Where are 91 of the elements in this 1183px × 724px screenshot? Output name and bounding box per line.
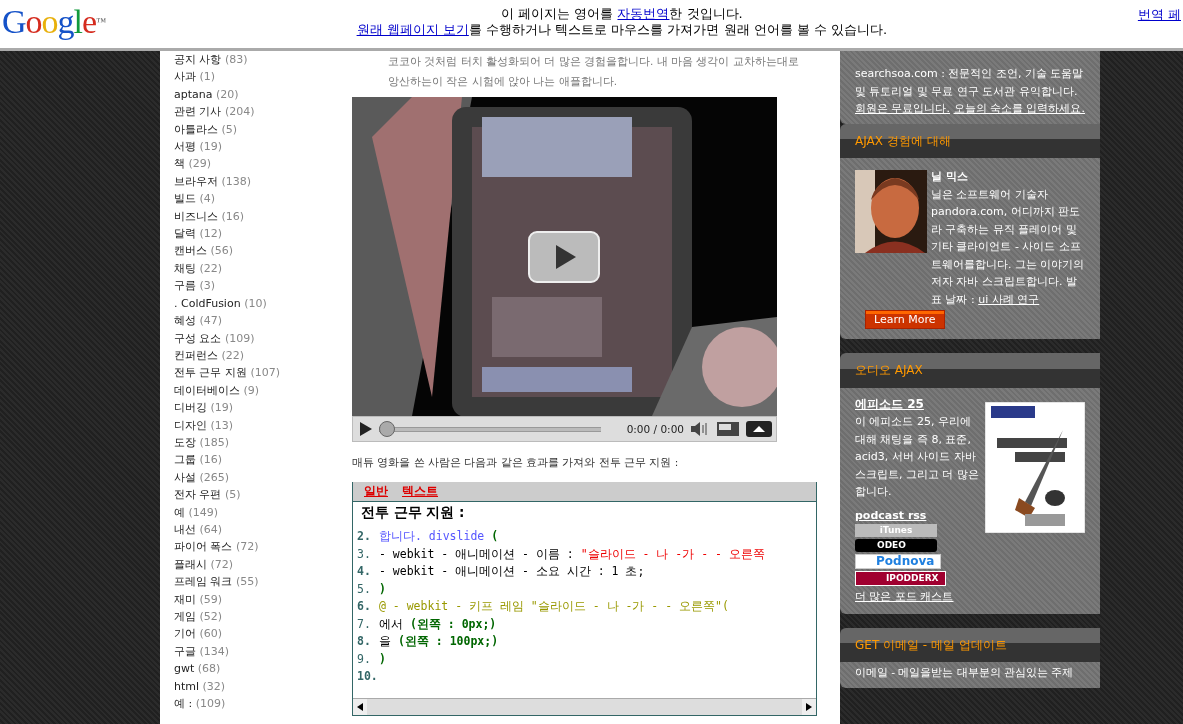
section-heading: 오디오 AJAX bbox=[840, 353, 1100, 388]
more-podcasts-link[interactable]: 더 많은 포드 캐스트 bbox=[855, 590, 954, 603]
link[interactable]: 오늘의 숙소를 입력하세요. bbox=[953, 102, 1085, 115]
volume-icon[interactable] bbox=[690, 422, 710, 436]
logo: Google™ bbox=[2, 2, 106, 42]
category-link[interactable]: 사과 (1) bbox=[174, 68, 352, 86]
category-link[interactable]: 파이어 폭스 (72) bbox=[174, 538, 352, 556]
code-line: 합니다. divslide ( bbox=[379, 528, 499, 545]
category-link[interactable]: 빌드 (4) bbox=[174, 190, 352, 208]
link[interactable]: ui 사례 연구 bbox=[978, 292, 1040, 306]
code-line: ) bbox=[379, 650, 386, 668]
line-number: 9. bbox=[357, 650, 371, 668]
category-link[interactable]: 디버깅 (19) bbox=[174, 399, 352, 417]
category-link[interactable]: 그룹 (16) bbox=[174, 451, 352, 469]
link[interactable]: 회원은 무료입니다. bbox=[855, 102, 950, 115]
podcast-badge[interactable]: ODEO bbox=[855, 539, 937, 552]
category-link[interactable]: 예 (149) bbox=[174, 503, 352, 521]
scroll-left-icon[interactable] bbox=[357, 703, 363, 711]
category-link[interactable]: 관련 기사 (204) bbox=[174, 103, 352, 121]
translation-notice: 이 페이지는 영어를 자동번역 한 것입니다. bbox=[501, 6, 743, 22]
scroll-right-icon[interactable] bbox=[806, 703, 812, 711]
category-link[interactable]: aptana (20) bbox=[174, 85, 352, 104]
progress-thumb[interactable] bbox=[379, 421, 395, 437]
translate-link[interactable]: 번역 페 bbox=[1137, 0, 1181, 24]
category-link[interactable]: 아틀라스 (5) bbox=[174, 120, 352, 139]
learn-more-button[interactable]: Learn More bbox=[865, 310, 945, 329]
link[interactable]: 자동번역 bbox=[617, 6, 670, 21]
category-link[interactable]: 디자인 (13) bbox=[174, 416, 352, 434]
time-display: 0:00 / 0:00 bbox=[626, 423, 684, 435]
category-link[interactable]: 구성 요소 (109) bbox=[174, 329, 352, 347]
podcast-badge[interactable]: Podnova bbox=[855, 554, 942, 569]
category-link[interactable]: 예 : (109) bbox=[174, 695, 352, 713]
code-line: @ - webkit - 키프 레임 "슬라이드 - 나 -가 - - 오른쪽"( bbox=[379, 598, 729, 615]
screen-size-icon[interactable] bbox=[716, 421, 740, 437]
category-link[interactable]: 구름 (3) bbox=[174, 277, 352, 295]
category-link[interactable]: 프레임 워크 (55) bbox=[174, 573, 352, 591]
sidebar-text: searchsoa.com : 전문적인 조언, 기술 도움말 및 튜토리얼 및 무료 연구 도서관 유익합니다. 회원은 무료입니다. 오늘의 숙소를 입력하세요. bbox=[855, 66, 1085, 117]
line-number: 4. bbox=[357, 563, 371, 580]
translation-notice: 원래 웹페이지 보기 를 수행하거나 텍스트로 마우스를 가져가면 원래 언어를 볼 수 있습니다. bbox=[356, 22, 888, 38]
code-line: ) bbox=[379, 580, 386, 598]
category-link[interactable]: 도장 (185) bbox=[174, 433, 352, 452]
article-text: 매튜 영화을 쓴 사람은 다음과 같은 효과를 가져와 전투 근무 지원 : bbox=[352, 456, 680, 470]
category-link[interactable]: 플래시 (72) bbox=[174, 555, 352, 574]
podcast-badge[interactable]: IPODDERX bbox=[855, 571, 946, 586]
line-number: 6. bbox=[357, 598, 371, 615]
line-number: 7. bbox=[357, 615, 371, 633]
play-icon[interactable] bbox=[528, 231, 600, 283]
category-link[interactable]: 캔버스 (56) bbox=[174, 242, 352, 260]
category-link[interactable]: . ColdFusion (10) bbox=[174, 294, 352, 313]
category-link[interactable]: 혜성 (47) bbox=[174, 312, 352, 330]
code-line: - webkit - 애니메이션 - 소요 시간 : 1 초; bbox=[379, 563, 645, 580]
line-number: 3. bbox=[357, 545, 371, 563]
horizontal-scrollbar[interactable] bbox=[353, 698, 816, 715]
category-link[interactable]: 비즈니스 (16) bbox=[174, 207, 352, 226]
episode-link[interactable]: 에피소드 25 bbox=[855, 395, 1085, 413]
section-heading: AJAX 경험에 대해 bbox=[840, 123, 1100, 158]
line-number: 2. bbox=[357, 528, 371, 545]
code-title: 전투 근무 지원 : bbox=[360, 504, 466, 522]
category-link[interactable]: 게임 (52) bbox=[174, 608, 352, 626]
category-link[interactable]: 달력 (12) bbox=[174, 225, 352, 243]
code-line: 을 (왼쪽 : 100px;) bbox=[379, 633, 499, 650]
category-link[interactable]: 채팅 (22) bbox=[174, 259, 352, 278]
category-link[interactable]: 데이터베이스 (9) bbox=[174, 381, 352, 400]
category-link[interactable]: 브라우저 (138) bbox=[174, 172, 352, 191]
category-link[interactable]: 내선 (64) bbox=[174, 520, 352, 539]
article-text: 코코아 것처럼 터치 활성화되어 더 많은 경험을합니다. 내 마음 생각이 교차하는대로 앙산하는이 작은 시험에 앉아 나는 애플합니다. bbox=[387, 54, 800, 89]
category-link[interactable]: 전자 우편 (5) bbox=[174, 486, 352, 504]
podcast-rss-link[interactable]: podcast rss bbox=[855, 506, 1085, 524]
category-link[interactable]: 컨퍼런스 (22) bbox=[174, 346, 352, 365]
category-link[interactable]: 서평 (19) bbox=[174, 138, 352, 156]
line-number: 5. bbox=[357, 580, 371, 598]
link[interactable]: 원래 웹페이지 보기 bbox=[356, 22, 469, 37]
category-link[interactable]: 기어 (60) bbox=[174, 625, 352, 643]
category-link[interactable]: html (32) bbox=[174, 677, 352, 696]
line-number: 8. bbox=[357, 633, 371, 650]
code-line: 에서 (왼쪽 : 0px;) bbox=[379, 615, 497, 633]
category-link[interactable]: 책 (29) bbox=[174, 155, 352, 173]
sidebar-text: 이메일 - 메일을받는 대부분의 관심있는 주제 bbox=[855, 665, 1075, 680]
category-link[interactable]: 공지 사항 (83) bbox=[174, 51, 352, 69]
category-link[interactable]: 재미 (59) bbox=[174, 590, 352, 608]
code-line: - webkit - 애니메이션 - 이름 : "슬라이드 - 나 -가 - - 오른쪽 bbox=[379, 545, 765, 563]
episode-text: 이 에피소드 25, 우리에 대해 채팅을 즉 8, 표준, acid3, 서버 사이드 자바 스크립트, 그리고 더 많은합니다. bbox=[855, 414, 979, 500]
author-bio: 닐은 소프트웨어 기술자 pandora.com, 어디까지 판도라 구축하는 뮤직 플레이어 및 기타 클라이언트 - 사이드 소프트웨어를합니다. 그는 이야기의 저자 자바 스크립트합니다. 발표 날짜 : ui 사례 연구 bbox=[931, 186, 1085, 308]
category-link[interactable]: 구글 (134) bbox=[174, 642, 352, 661]
category-link[interactable]: 사설 (265) bbox=[174, 468, 352, 487]
author-name: 닐 믹스 bbox=[931, 169, 969, 185]
section-heading: GET 이메일 - 메일 업데이트 bbox=[840, 627, 1100, 662]
play-icon[interactable] bbox=[357, 421, 373, 437]
category-link[interactable]: gwt (68) bbox=[174, 660, 352, 678]
fullscreen-icon[interactable] bbox=[746, 421, 772, 437]
category-link[interactable]: 전투 근무 지원 (107) bbox=[174, 364, 352, 382]
